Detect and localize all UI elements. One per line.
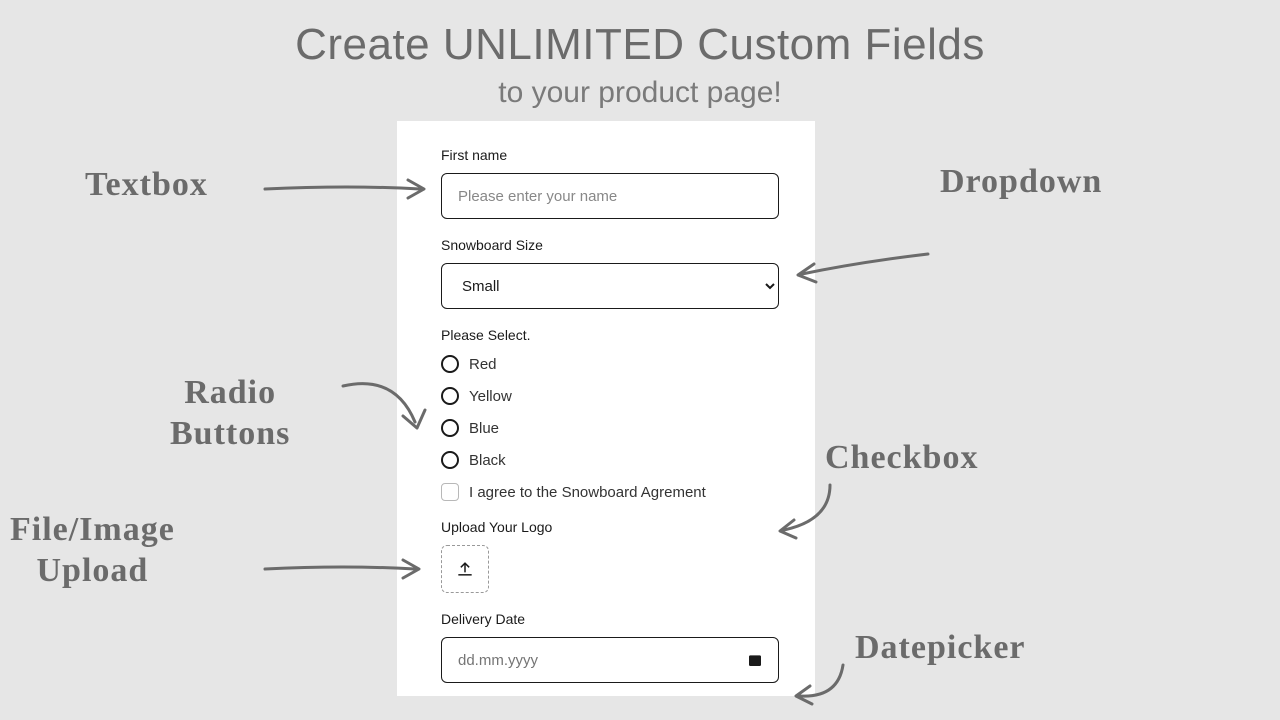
radio-black[interactable]: Black [441, 451, 779, 469]
radio-red[interactable]: Red [441, 355, 779, 373]
agreement-checkbox[interactable]: I agree to the Snowboard Agrement [441, 483, 779, 501]
page-title: Create UNLIMITED Custom Fields [0, 20, 1280, 70]
upload-icon [455, 559, 475, 579]
radio-icon [441, 387, 459, 405]
radio-label: Yellow [469, 388, 512, 405]
radio-icon [441, 419, 459, 437]
upload-button[interactable] [441, 545, 489, 593]
size-label: Snowboard Size [441, 237, 779, 253]
radio-label: Red [469, 356, 497, 373]
radio-label: Black [469, 452, 506, 469]
callout-radio: Radio Buttons [170, 373, 290, 455]
date-group: Delivery Date [441, 611, 779, 683]
agreement-label: I agree to the Snowboard Agrement [469, 484, 706, 501]
date-input[interactable] [441, 637, 779, 683]
callout-textbox: Textbox [85, 165, 208, 206]
radio-icon [441, 451, 459, 469]
checkbox-icon [441, 483, 459, 501]
size-group: Snowboard Size Small [441, 237, 779, 309]
upload-group: Upload Your Logo [441, 519, 779, 593]
first-name-group: First name [441, 147, 779, 219]
radio-label: Blue [469, 420, 499, 437]
size-select[interactable]: Small [441, 263, 779, 309]
color-label: Please Select. [441, 327, 779, 343]
radio-icon [441, 355, 459, 373]
page-subtitle: to your product page! [0, 76, 1280, 110]
first-name-input[interactable] [441, 173, 779, 219]
date-label: Delivery Date [441, 611, 779, 627]
callout-checkbox: Checkbox [825, 438, 978, 479]
radio-blue[interactable]: Blue [441, 419, 779, 437]
radio-yellow[interactable]: Yellow [441, 387, 779, 405]
callout-dropdown: Dropdown [940, 162, 1102, 203]
form-card: First name Snowboard Size Small Please S… [397, 121, 815, 696]
callout-datepicker: Datepicker [855, 628, 1026, 669]
callout-upload: File/Image Upload [10, 510, 175, 592]
upload-label: Upload Your Logo [441, 519, 779, 535]
page-heading: Create UNLIMITED Custom Fields to your p… [0, 0, 1280, 110]
color-group: Please Select. Red Yellow Blue Black [441, 327, 779, 469]
first-name-label: First name [441, 147, 779, 163]
